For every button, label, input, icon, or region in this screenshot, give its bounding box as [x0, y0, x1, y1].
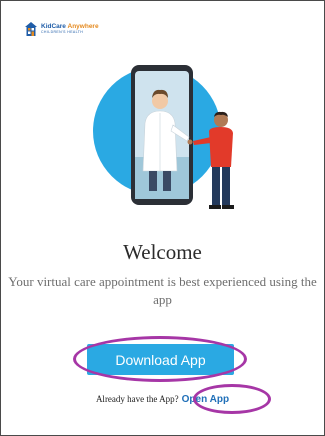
- welcome-title: Welcome: [123, 240, 202, 264]
- already-have-app-row: Already have the App? Open App: [1, 394, 324, 405]
- brand-name-primary: KidCare: [41, 22, 66, 30]
- doctor-video-call-illustration: [93, 65, 234, 209]
- app-screen: KidCare Anywhere CHILDREN'S HEALTH Welco…: [0, 0, 325, 436]
- welcome-subtitle: Your virtual care appointment is best ex…: [8, 274, 317, 307]
- brand-logo: KidCare Anywhere CHILDREN'S HEALTH: [25, 22, 99, 36]
- logo-house-icon: [25, 22, 37, 36]
- brand-tagline: CHILDREN'S HEALTH: [41, 30, 84, 34]
- already-have-app-text: Already have the App?: [95, 394, 179, 404]
- download-app-button[interactable]: Download App: [87, 344, 234, 375]
- open-app-link[interactable]: Open App: [182, 394, 229, 405]
- brand-name-secondary: Anywhere: [67, 22, 99, 30]
